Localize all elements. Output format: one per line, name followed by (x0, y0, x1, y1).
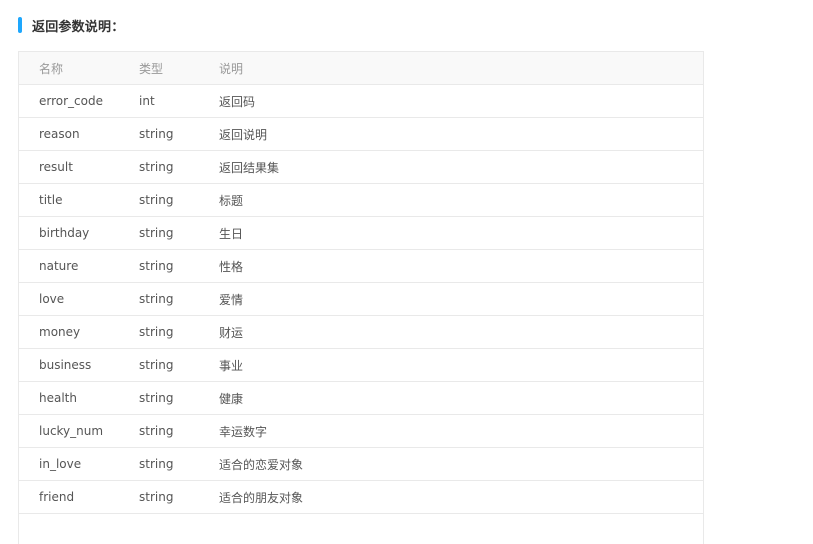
param-desc-cell: 适合的恋爱对象 (219, 457, 304, 472)
param-desc-cell: 生日 (219, 226, 244, 241)
param-desc-cell: 事业 (219, 358, 244, 373)
param-name-cell: love (39, 292, 65, 306)
param-name-cell: lucky_num (39, 424, 104, 438)
param-type-cell: string (139, 292, 174, 306)
param-name-cell: birthday (39, 226, 90, 240)
param-desc-cell: 返回说明 (219, 127, 268, 142)
param-name-cell: business (39, 358, 92, 372)
param-name-cell: health (39, 391, 77, 405)
table-row: love string 爱情 (19, 283, 703, 316)
param-desc-cell: 返回结果集 (219, 160, 280, 175)
table-row: title string 标题 (19, 184, 703, 217)
table-row: reason string 返回说明 (19, 118, 703, 151)
param-desc-cell: 性格 (219, 259, 244, 274)
section-title: 返回参数说明： (32, 19, 125, 35)
param-name-cell: title (39, 193, 63, 207)
param-type-cell: string (139, 226, 174, 240)
table-row: nature string 性格 (19, 250, 703, 283)
table-row: money string 财运 (19, 316, 703, 349)
column-header-desc: 说明 (219, 61, 244, 76)
params-table: 名称 类型 说明 error_code int 返回码 reason string 返回说… (18, 51, 704, 544)
table-row: friend string 适合的朋友对象 (19, 481, 703, 514)
table-row: business string 事业 (19, 349, 703, 382)
accent-bar (18, 17, 22, 33)
param-type-cell: string (139, 490, 174, 504)
param-desc-cell: 适合的朋友对象 (219, 490, 304, 505)
param-name-cell: friend (39, 490, 75, 504)
column-header-type: 类型 (139, 61, 164, 76)
param-desc-cell: 返回码 (219, 94, 256, 109)
table-row: error_code int 返回码 (19, 85, 703, 118)
table-row: health string 健康 (19, 382, 703, 415)
param-name-cell: money (39, 325, 81, 339)
table-tail (19, 514, 703, 544)
param-type-cell: string (139, 424, 174, 438)
param-desc-cell: 爱情 (219, 292, 244, 307)
param-type-cell: string (139, 325, 174, 339)
param-type-cell: string (139, 193, 174, 207)
param-type-cell: string (139, 127, 174, 141)
param-name-cell: result (39, 160, 73, 174)
table-body: error_code int 返回码 reason string 返回说明 result st… (19, 85, 703, 514)
param-type-cell: string (139, 259, 174, 273)
param-type-cell: string (139, 457, 174, 471)
param-name-cell: nature (39, 259, 79, 273)
param-name-cell: error_code (39, 94, 103, 108)
table-header-row: 名称 类型 说明 (19, 52, 703, 85)
column-header-name: 名称 (39, 61, 64, 76)
table-row: lucky_num string 幸运数字 (19, 415, 703, 448)
param-desc-cell: 标题 (219, 193, 244, 208)
table-row: in_love string 适合的恋爱对象 (19, 448, 703, 481)
section-header: 返回参数说明： (18, 15, 124, 35)
param-desc-cell: 健康 (219, 391, 244, 406)
param-desc-cell: 幸运数字 (219, 424, 268, 439)
param-type-cell: string (139, 358, 174, 372)
param-name-cell: in_love (39, 457, 82, 471)
param-desc-cell: 财运 (219, 325, 244, 340)
param-type-cell: string (139, 160, 174, 174)
param-type-cell: string (139, 391, 174, 405)
param-name-cell: reason (39, 127, 80, 141)
param-type-cell: int (139, 94, 155, 108)
table-row: result string 返回结果集 (19, 151, 703, 184)
table-row: birthday string 生日 (19, 217, 703, 250)
